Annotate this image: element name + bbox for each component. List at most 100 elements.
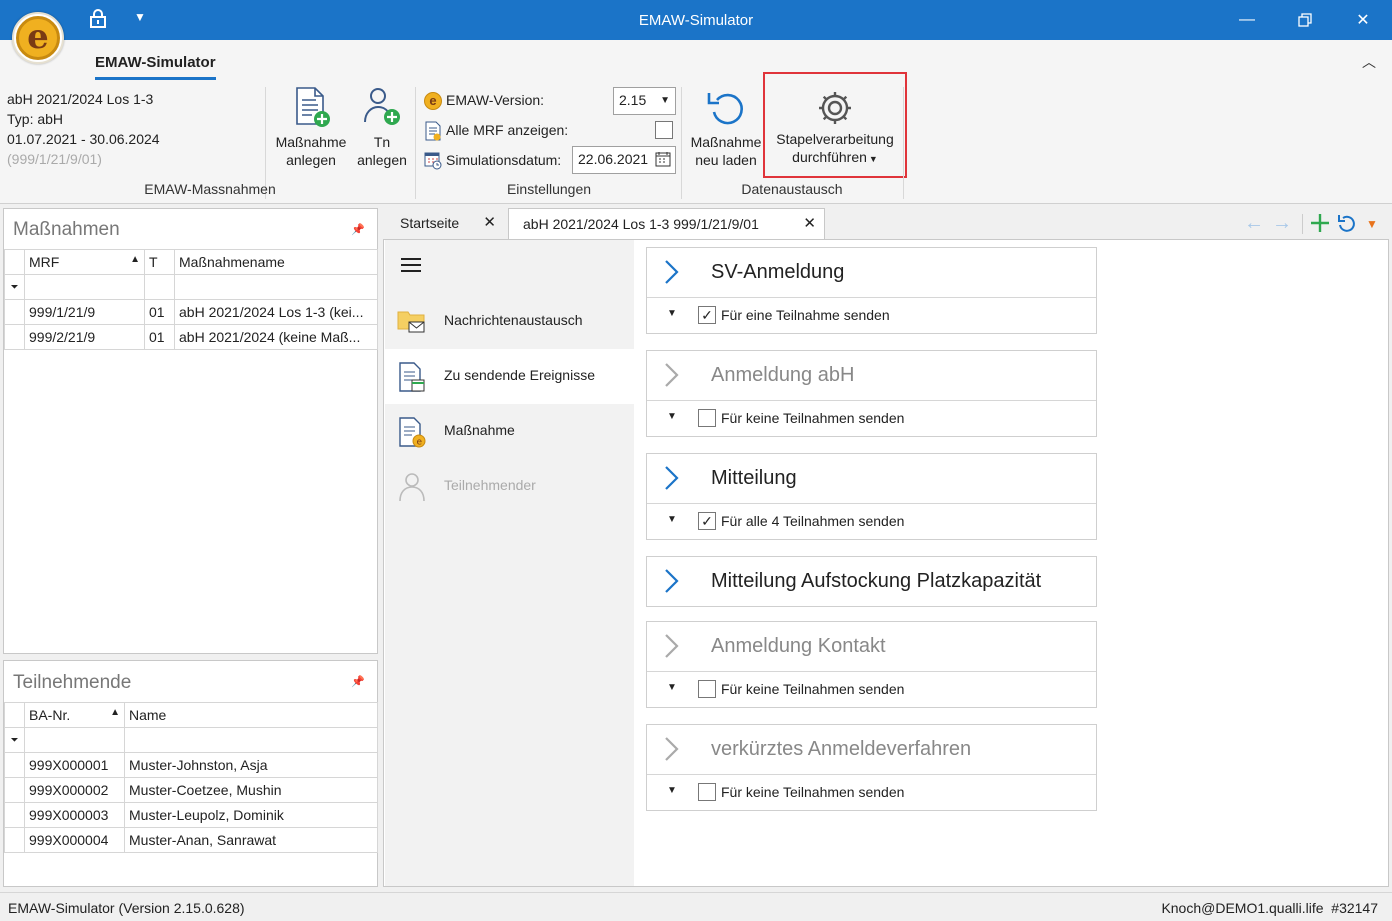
add-icon[interactable] [1310,212,1330,237]
add-participant-button[interactable]: Tn anlegen [356,86,408,169]
event-header[interactable]: Mitteilung Aufstockung Platzkapazität [647,557,1096,606]
dropdown-icon[interactable]: ▼ [667,514,677,525]
massnahmen-panel: Maßnahmen 📌 MRF ▲ T Maßnahmename ⏷ 999/1/… [3,208,378,654]
cell-mrf[interactable]: 999/1/21/9 [24,299,145,325]
app-logo[interactable]: e [12,12,64,64]
event-checkbox[interactable] [698,680,716,698]
cell-name[interactable]: Muster-Coetzee, Mushin [124,777,378,803]
table-header-row: MRF ▲ T Maßnahmename [4,249,378,275]
reload-measure-button[interactable]: Maßnahme neu laden [686,86,766,169]
ribbon-tab-emaw-simulator[interactable]: EMAW-Simulator [95,54,216,80]
nav-item-massnahme[interactable]: e Maßnahme [385,404,634,459]
event-header[interactable]: Anmeldung Kontakt [647,622,1096,671]
close-tab-icon[interactable]: ✕ [483,213,496,231]
cell-ba-nr[interactable]: 999X000004 [24,827,125,853]
measure-type: Typ: abH [7,111,64,127]
table-row[interactable]: 999X000003 Muster-Leupolz, Dominik [4,802,378,828]
event-name: verkürztes Anmeldeverfahren [711,738,972,760]
event-checkbox[interactable]: ✓ [698,512,716,530]
event-checkbox[interactable]: ✓ [698,306,716,324]
forward-arrow-icon[interactable]: → [1272,212,1292,235]
batch-processing-button[interactable]: Stapelverarbeitung durchführen ▼ [763,72,907,178]
cell-name[interactable]: Muster-Leupolz, Dominik [124,802,378,828]
close-tab-icon[interactable]: ✕ [803,214,816,232]
nav-item-nachrichtenaustausch[interactable]: Nachrichtenaustausch [385,294,634,349]
hamburger-menu-icon[interactable] [400,256,422,277]
teilnehmende-panel-title: Teilnehmende [13,672,132,693]
refresh-icon[interactable] [1337,213,1357,236]
table-row[interactable]: 999/1/21/9 01 abH 2021/2024 Los 1-3 (kei… [4,299,378,325]
simulation-date-field[interactable]: 22.06.2021 [572,146,676,174]
dropdown-icon[interactable]: ▼ [1366,217,1378,231]
reload-measure-label-2: neu laden [695,152,757,168]
event-header[interactable]: SV-Anmeldung [647,248,1096,297]
chevron-right-icon[interactable] [661,735,683,763]
cell-t[interactable]: 01 [144,299,175,325]
event-checkbox[interactable] [698,783,716,801]
add-participant-label-1: Tn [373,134,391,150]
column-header-name[interactable]: Name [124,702,378,728]
chevron-down-icon: ▼ [868,154,878,164]
table-row[interactable]: 999/2/21/9 01 abH 2021/2024 (keine Maß..… [4,324,378,350]
mail-folder-icon [397,306,425,336]
show-all-mrf-checkbox[interactable] [655,121,673,139]
column-header-ba-nr[interactable]: BA-Nr. ▲ [24,702,125,728]
cell-mrf[interactable]: 999/2/21/9 [24,324,145,350]
cell-name[interactable]: abH 2021/2024 Los 1-3 (kei... [174,299,378,325]
chevron-right-icon[interactable] [661,464,683,492]
column-header-massnahmename[interactable]: Maßnahmename [174,249,378,275]
quick-access-dropdown-icon[interactable]: ▼ [128,10,152,24]
add-measure-label-2: anlegen [286,152,336,168]
chevron-right-icon[interactable] [661,567,683,595]
dropdown-icon[interactable]: ▼ [667,785,677,796]
cell-name[interactable]: abH 2021/2024 (keine Maß... [174,324,378,350]
table-row[interactable]: 999X000004 Muster-Anan, Sanrawat [4,827,378,853]
tab-measure[interactable]: abH 2021/2024 Los 1-3 999/1/21/9/01 ✕ [508,208,825,240]
event-checkbox[interactable] [698,409,716,427]
table-row[interactable]: 999X000001 Muster-Johnston, Asja [4,752,378,778]
dropdown-icon[interactable]: ▼ [667,308,677,319]
column-header-mrf[interactable]: MRF ▲ [24,249,145,275]
cell-ba-nr[interactable]: 999X000003 [24,802,125,828]
group-label-einstellungen: Einstellungen [506,181,592,197]
collapse-ribbon-icon[interactable]: ︿ [1362,52,1376,72]
measure-id: (999/1/21/9/01) [7,151,102,167]
ribbon-separator [681,87,682,199]
event-checkbox-label: Für alle 4 Teilnahmen senden [721,513,905,529]
restore-button[interactable] [1282,0,1328,40]
tab-startseite[interactable]: Startseite ✕ [386,208,504,240]
lock-icon[interactable] [86,8,110,33]
minimize-button[interactable]: — [1224,0,1270,40]
filter-row[interactable]: ⏷ [4,727,378,753]
back-arrow-icon[interactable]: ← [1244,212,1264,235]
nav-item-label: Zu sendende Ereignisse [444,367,595,383]
cell-t[interactable]: 01 [144,324,175,350]
chevron-right-icon[interactable] [661,632,683,660]
event-checkbox-label: Für keine Teilnahmen senden [721,410,905,426]
table-row[interactable]: 999X000002 Muster-Coetzee, Mushin [4,777,378,803]
emaw-version-select[interactable]: 2.15 ▼ [613,87,676,115]
event-header[interactable]: verkürztes Anmeldeverfahren [647,725,1096,774]
cell-ba-nr[interactable]: 999X000001 [24,752,125,778]
add-participant-label-2: anlegen [357,152,407,168]
cell-name[interactable]: Muster-Johnston, Asja [124,752,378,778]
cell-name[interactable]: Muster-Anan, Sanrawat [124,827,378,853]
event-header[interactable]: Anmeldung abH [647,351,1096,400]
pin-icon[interactable]: 📌 [351,675,365,688]
event-header[interactable]: Mitteilung [647,454,1096,503]
column-header-t[interactable]: T [144,249,175,275]
chevron-right-icon[interactable] [661,361,683,389]
emaw-version-value: 2.15 [619,92,647,108]
cell-ba-nr[interactable]: 999X000002 [24,777,125,803]
dropdown-icon[interactable]: ▼ [667,682,677,693]
calendar-icon[interactable] [655,151,671,170]
nav-item-zu-sendende-ereignisse[interactable]: Zu sendende Ereignisse [385,349,634,404]
close-button[interactable]: ✕ [1340,0,1386,40]
add-measure-button[interactable]: Maßnahme anlegen [270,86,352,169]
pin-icon[interactable]: 📌 [351,223,365,236]
dropdown-icon[interactable]: ▼ [667,411,677,422]
filter-row[interactable]: ⏷ [4,274,378,300]
filter-icon: ⏷ [4,274,25,300]
chevron-right-icon[interactable] [661,258,683,286]
nav-item-teilnehmender[interactable]: Teilnehmender [385,459,634,514]
